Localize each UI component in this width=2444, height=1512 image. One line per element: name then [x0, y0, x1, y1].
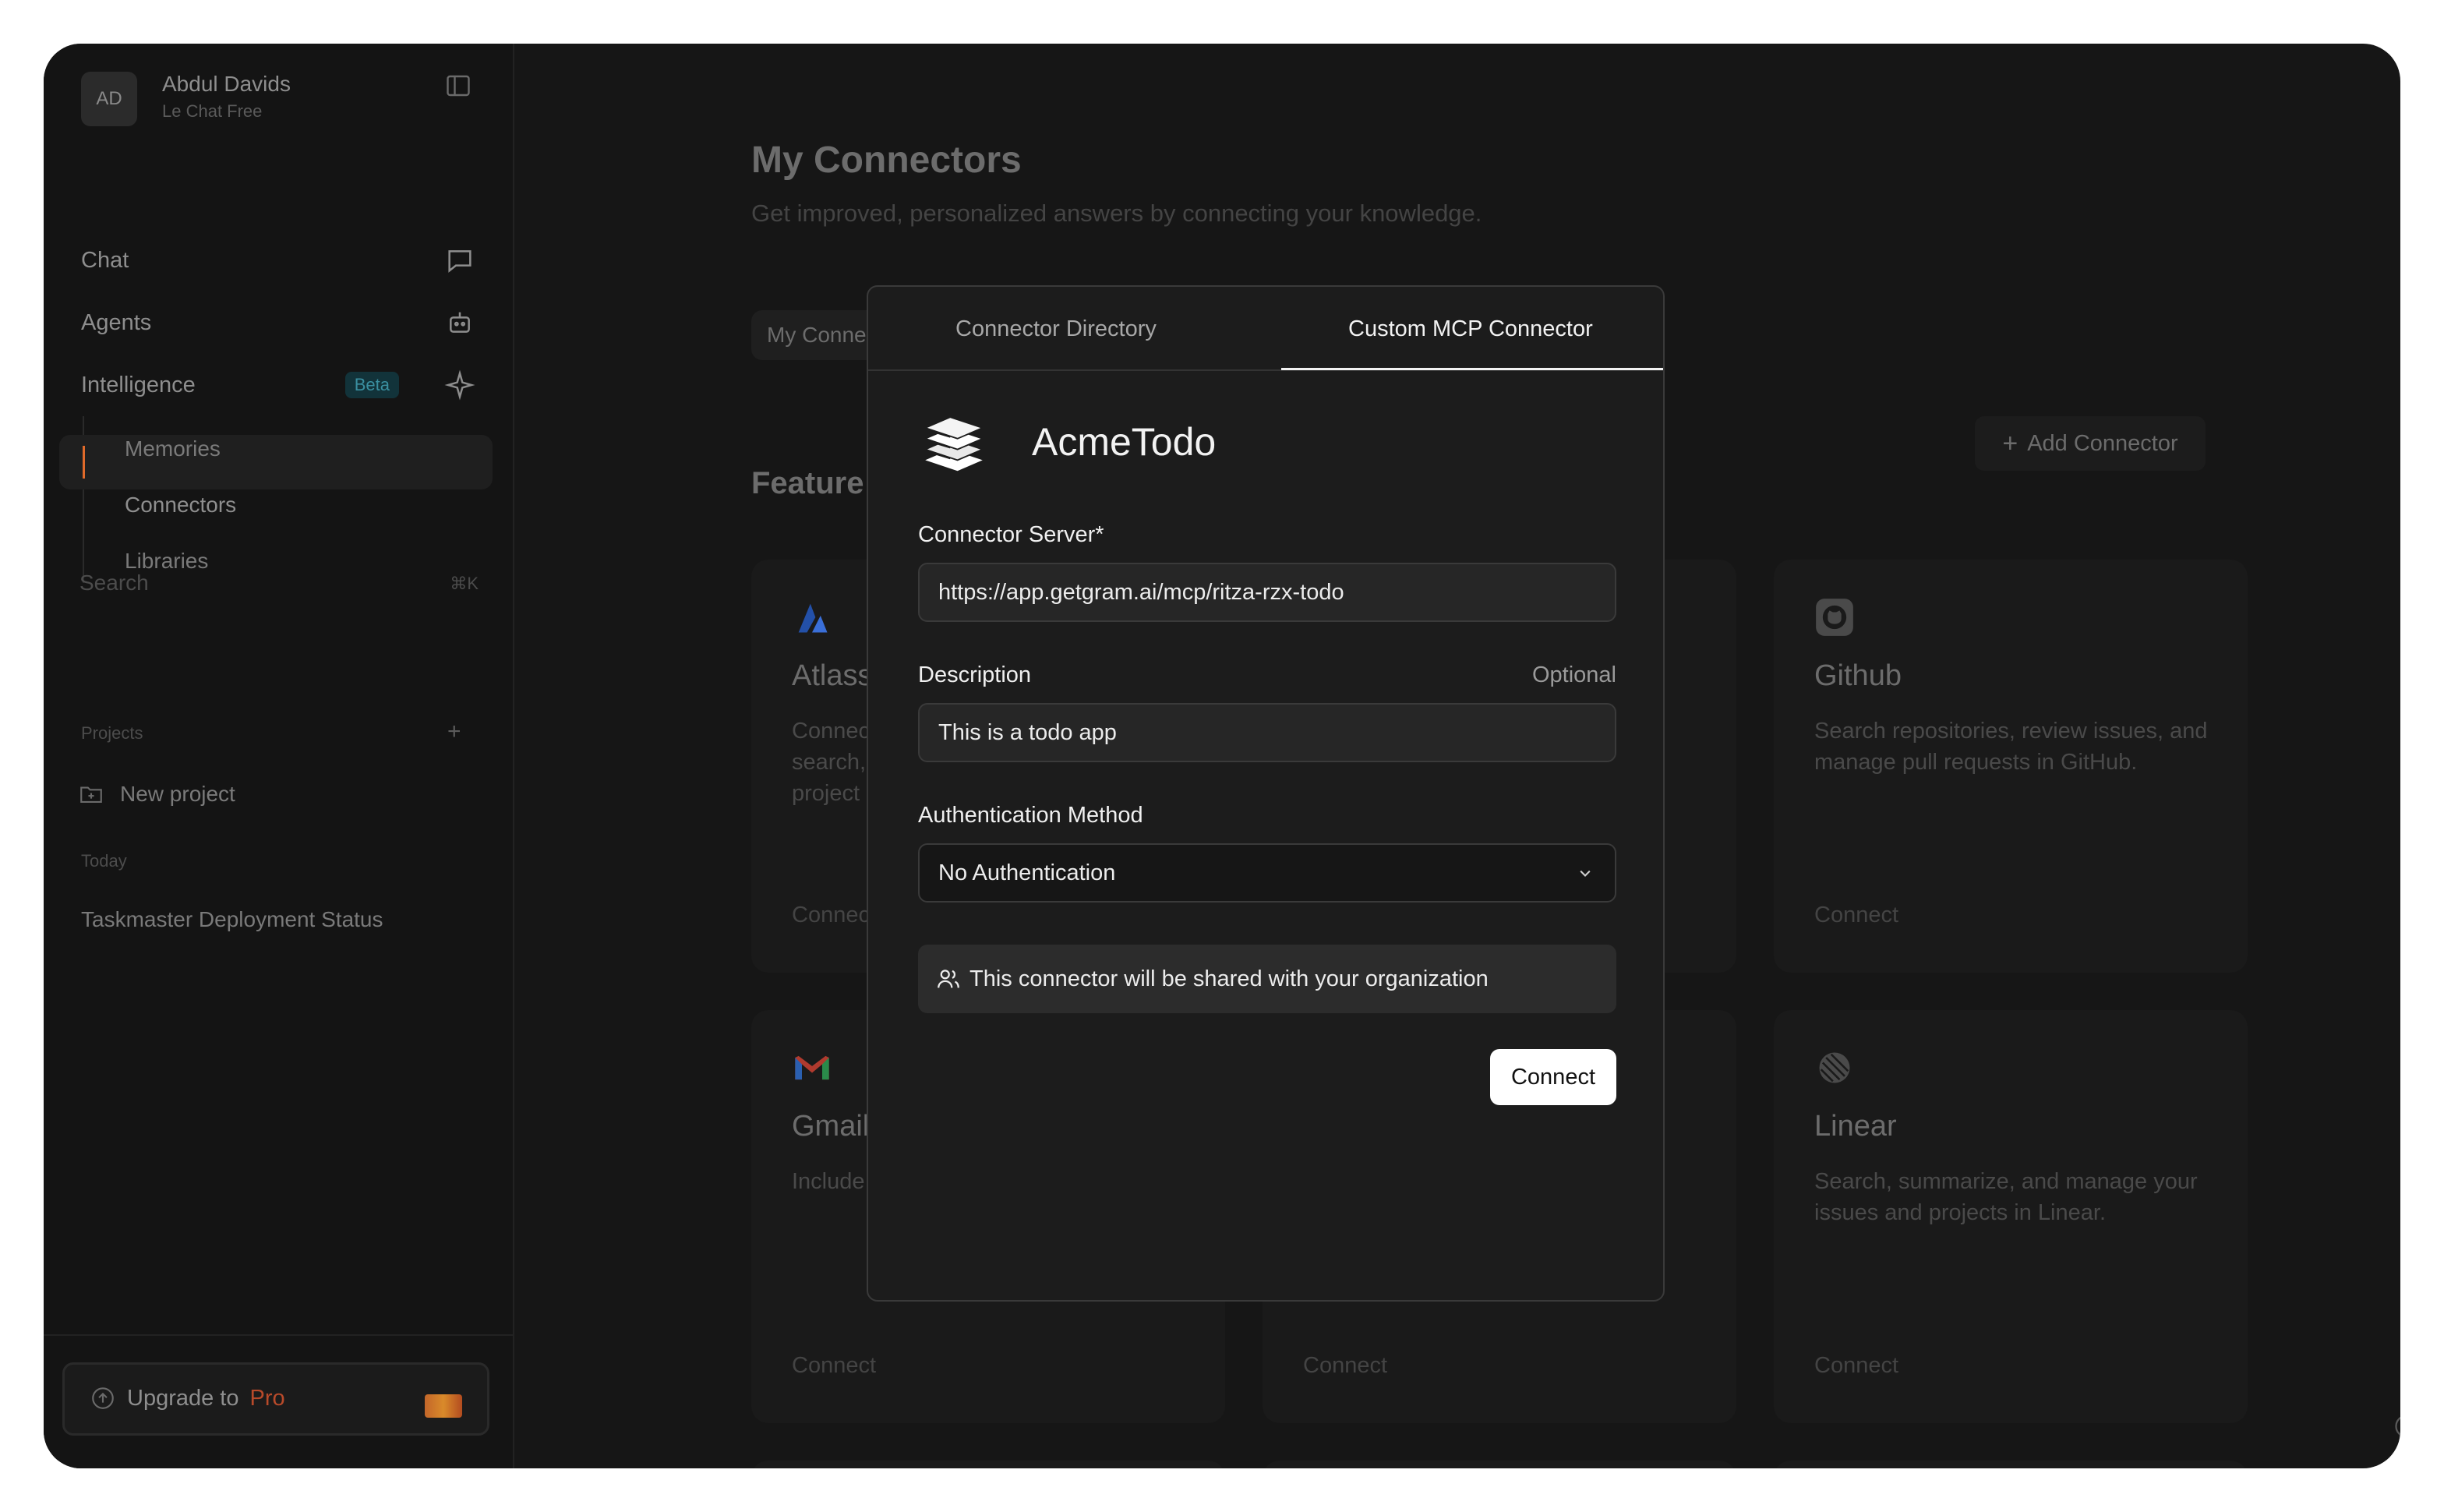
tab-custom-mcp-connector[interactable]: Custom MCP Connector — [1348, 316, 1593, 342]
upgrade-pro-label: Pro — [249, 1385, 285, 1411]
card-name: Github — [1814, 659, 1902, 692]
auth-method-select[interactable]: No Authentication — [918, 843, 1616, 903]
featured-section-title: Feature — [751, 466, 864, 500]
shared-notice-text: This connector will be shared with your … — [969, 966, 1489, 991]
server-field-label: Connector Server* — [918, 522, 1104, 547]
active-tab-underline — [1281, 368, 1663, 370]
connector-card[interactable] — [1774, 1461, 2248, 1468]
page-title: My Connectors — [751, 140, 1022, 181]
connect-button[interactable]: Connect — [1490, 1049, 1616, 1105]
description-field-label: Description — [918, 662, 1032, 687]
sidebar-item-memories[interactable]: Memories — [125, 436, 221, 461]
connector-server-input[interactable]: https://app.getgram.ai/mcp/ritza-rzx-tod… — [918, 563, 1616, 622]
active-item-indicator — [83, 446, 85, 479]
new-project-label: New project — [120, 782, 235, 806]
card-connect-link[interactable]: Connect — [1814, 903, 1898, 928]
card-connect-link[interactable]: Connec — [792, 903, 870, 928]
sidebar-item-connectors[interactable]: Connectors — [125, 493, 236, 518]
connector-card-github[interactable]: Github Search repositories, review issue… — [1774, 560, 2248, 973]
user-name: Abdul Davids — [162, 72, 291, 96]
card-name: Linear — [1814, 1110, 1897, 1143]
new-project-item[interactable]: New project — [78, 781, 235, 807]
page-subtitle: Get improved, personalized answers by co… — [751, 200, 1482, 227]
card-connect-link[interactable]: Connect — [792, 1353, 876, 1379]
history-item[interactable]: Taskmaster Deployment Status — [81, 907, 383, 932]
avatar[interactable]: AD — [81, 72, 137, 126]
atlassian-icon — [798, 603, 828, 633]
upgrade-button[interactable]: Upgrade to Pro — [62, 1362, 489, 1436]
chat-bubble-icon — [448, 250, 471, 273]
dialog-tabs: Connector Directory Custom MCP Connector — [868, 287, 1663, 371]
sidebar-search[interactable]: Search ⌘K — [79, 571, 479, 602]
connector-title: AcmeTodo — [1032, 420, 1217, 464]
github-icon — [1816, 599, 1853, 636]
pro-gradient-badge — [425, 1394, 462, 1418]
nav-chat-label: Chat — [81, 247, 129, 273]
card-description: Search, summarize, and manage your issue… — [1814, 1169, 2198, 1225]
nav-chat[interactable]: Chat — [81, 238, 480, 282]
nav-intelligence[interactable]: Intelligence Beta — [81, 363, 480, 407]
card-connect-link[interactable]: Connect — [1303, 1353, 1387, 1379]
nav-agents-label: Agents — [81, 309, 152, 335]
tab-connector-directory[interactable]: Connector Directory — [955, 316, 1157, 342]
history-section-label: Today — [81, 851, 127, 871]
custom-connector-dialog: Connector Directory Custom MCP Connector… — [867, 285, 1665, 1302]
auth-method-label: Authentication Method — [918, 803, 1143, 828]
my-connectors-filter[interactable]: My Conne — [751, 310, 882, 360]
search-shortcut: ⌘K — [450, 574, 479, 593]
folder-plus-icon — [80, 786, 102, 803]
sparkle-icon — [444, 369, 475, 401]
nav-intelligence-label: Intelligence — [81, 372, 196, 397]
card-name: Atlass — [792, 659, 873, 692]
sidebar-divider — [44, 1334, 514, 1336]
optional-hint: Optional — [1531, 662, 1616, 687]
projects-section-label: Projects — [81, 723, 143, 743]
sidebar-toggle-icon[interactable] — [444, 72, 472, 100]
add-connector-label: Add Connector — [2027, 430, 2178, 456]
add-connector-button[interactable]: + Add Connector — [1975, 416, 2206, 471]
description-input[interactable]: This is a todo app — [918, 703, 1616, 762]
app-window: AD Abdul Davids Le Chat Free Chat Agents… — [44, 44, 2400, 1468]
robot-icon — [450, 312, 470, 333]
user-plan: Le Chat Free — [162, 101, 263, 121]
shared-organization-notice: This connector will be shared with your … — [918, 945, 1616, 1013]
nav-agents[interactable]: Agents — [81, 301, 480, 344]
connector-card-linear[interactable]: Linear Search, summarize, and manage you… — [1774, 1010, 2248, 1423]
beta-badge: Beta — [344, 372, 399, 398]
search-label: Search — [79, 571, 149, 595]
stacked-papers-icon — [923, 416, 985, 472]
arrow-up-circle-icon — [92, 1387, 114, 1409]
card-connect-link[interactable]: Connect — [1814, 1353, 1898, 1379]
help-icon[interactable] — [2393, 1412, 2400, 1440]
linear-icon — [1819, 1052, 1850, 1083]
connector-card[interactable] — [751, 1461, 1225, 1468]
chevron-down-icon — [1580, 870, 1591, 877]
add-project-icon[interactable]: + — [447, 719, 461, 745]
users-icon — [938, 970, 959, 988]
card-description: Search repositories, review issues, and … — [1814, 719, 2208, 775]
upgrade-label: Upgrade to — [127, 1385, 239, 1411]
auth-method-value: No Authentication — [938, 860, 1116, 885]
sidebar: AD Abdul Davids Le Chat Free Chat Agents… — [44, 44, 514, 1468]
gmail-icon — [795, 1055, 829, 1080]
connector-card[interactable] — [1263, 1461, 1736, 1468]
card-name: Gmail — [792, 1110, 870, 1143]
plus-icon: + — [2002, 428, 2018, 458]
